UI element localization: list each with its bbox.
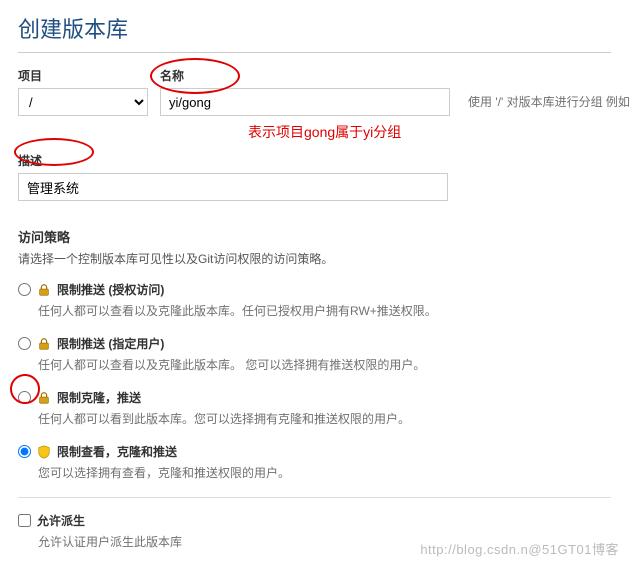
project-name-row: 项目 / 名称 使用 '/' 对版本库进行分组 例如 <box>18 67 611 116</box>
access-policy-title: 访问策略 <box>18 227 611 246</box>
policy-radio[interactable] <box>18 337 31 350</box>
name-hint: 使用 '/' 对版本库进行分组 例如 <box>468 93 629 116</box>
project-select[interactable]: / <box>18 88 148 116</box>
name-input[interactable] <box>160 88 450 116</box>
lock-icon <box>37 391 51 405</box>
policy-radio[interactable] <box>18 391 31 404</box>
policy-list: 限制推送 (授权访问) 任何人都可以查看以及克隆此版本库。任何已授权用户拥有RW+… <box>18 281 611 483</box>
shield-icon <box>37 445 51 459</box>
policy-radio[interactable] <box>18 283 31 296</box>
policy-option: 限制克隆，推送任何人都可以看到此版本库。您可以选择拥有克隆和推送权限的用户。 <box>18 389 611 429</box>
policy-label: 限制克隆，推送 <box>57 389 141 406</box>
page-title: 创建版本库 <box>18 12 611 53</box>
divider <box>18 497 611 498</box>
allow-fork-checkbox[interactable] <box>18 514 31 527</box>
policy-desc: 任何人都可以查看以及克隆此版本库。 您可以选择拥有推送权限的用户。 <box>38 356 611 373</box>
description-input[interactable] <box>18 173 448 201</box>
watermark: http://blog.csdn.n@51GT01博客 <box>420 539 619 558</box>
lock-icon <box>37 283 51 297</box>
policy-label: 限制查看，克隆和推送 <box>57 443 177 460</box>
policy-option: 限制推送 (授权访问) 任何人都可以查看以及克隆此版本库。任何已授权用户拥有RW+… <box>18 281 611 321</box>
lock-icon <box>37 337 51 351</box>
allow-fork-label: 允许派生 <box>37 512 85 529</box>
access-policy-sub: 请选择一个控制版本库可见性以及Git访问权限的访问策略。 <box>18 250 611 267</box>
policy-desc: 任何人都可以查看以及克隆此版本库。任何已授权用户拥有RW+推送权限。 <box>38 302 611 319</box>
policy-option: 限制推送 (指定用户) 任何人都可以查看以及克隆此版本库。 您可以选择拥有推送权限… <box>18 335 611 375</box>
policy-desc: 任何人都可以看到此版本库。您可以选择拥有克隆和推送权限的用户。 <box>38 410 611 427</box>
description-label: 描述 <box>18 152 611 169</box>
policy-option: 限制查看，克隆和推送您可以选择拥有查看，克隆和推送权限的用户。 <box>18 443 611 483</box>
annotation-text: 表示项目gong属于yi分组 <box>248 122 611 142</box>
policy-label: 限制推送 (指定用户) <box>57 335 164 352</box>
name-label: 名称 <box>160 67 450 84</box>
project-label: 项目 <box>18 67 148 84</box>
policy-desc: 您可以选择拥有查看，克隆和推送权限的用户。 <box>38 464 611 481</box>
policy-radio[interactable] <box>18 445 31 458</box>
policy-label: 限制推送 (授权访问) <box>57 281 164 298</box>
